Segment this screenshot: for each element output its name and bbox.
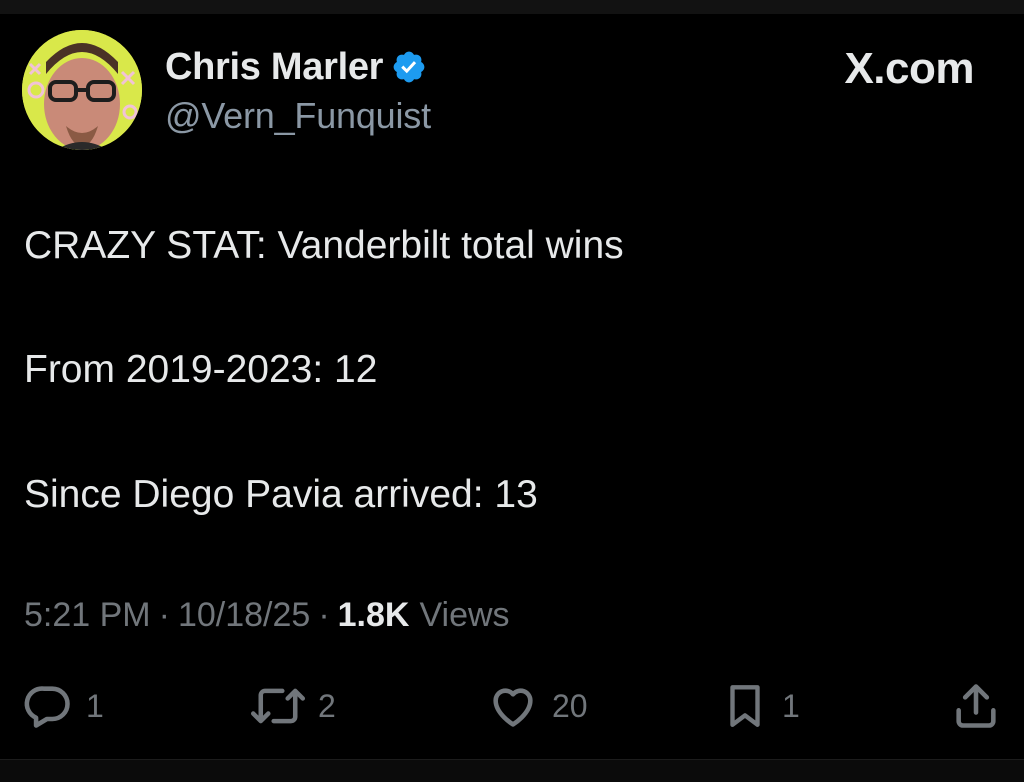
bookmark-icon xyxy=(730,685,760,727)
tweet-meta: 5:21 PM · 10/18/25 · 1.8K Views xyxy=(24,596,510,635)
author-handle[interactable]: @Vern_Funquist xyxy=(165,95,431,137)
display-name[interactable]: Chris Marler xyxy=(165,46,383,89)
top-bar xyxy=(0,0,1024,14)
bookmark-count: 1 xyxy=(782,687,800,724)
heart-icon xyxy=(493,688,533,727)
retweet-count: 2 xyxy=(318,687,336,724)
avatar[interactable] xyxy=(22,30,142,150)
post-time[interactable]: 5:21 PM xyxy=(24,596,151,635)
share-button[interactable] xyxy=(950,678,1002,734)
tweet-text-line: From 2019-2023: 12 xyxy=(24,348,378,391)
reply-button[interactable]: 1 xyxy=(22,678,104,734)
like-count: 20 xyxy=(552,687,588,724)
views-count: 1.8K xyxy=(337,596,410,634)
views-label: Views xyxy=(419,596,510,634)
post-date[interactable]: 10/18/25 xyxy=(178,596,310,635)
action-bar: 1 2 20 1 xyxy=(0,678,1024,738)
retweet-icon xyxy=(250,688,306,724)
retweet-button[interactable]: 2 xyxy=(250,678,336,734)
bookmark-button[interactable]: 1 xyxy=(720,678,800,734)
reply-icon xyxy=(24,686,70,728)
meta-separator: · xyxy=(158,596,170,634)
share-icon xyxy=(956,684,996,728)
avatar-image xyxy=(22,30,142,150)
like-button[interactable]: 20 xyxy=(486,678,588,734)
bottom-bar xyxy=(0,759,1024,782)
tweet-text-line: Since Diego Pavia arrived: 13 xyxy=(24,473,538,516)
verified-badge-icon xyxy=(393,51,425,83)
reply-count: 1 xyxy=(86,687,104,724)
tweet-text-line: CRAZY STAT: Vanderbilt total wins xyxy=(24,224,624,267)
meta-separator: · xyxy=(318,596,330,634)
brand-watermark: X.com xyxy=(844,44,974,93)
author-name-row: Chris Marler xyxy=(165,44,427,90)
